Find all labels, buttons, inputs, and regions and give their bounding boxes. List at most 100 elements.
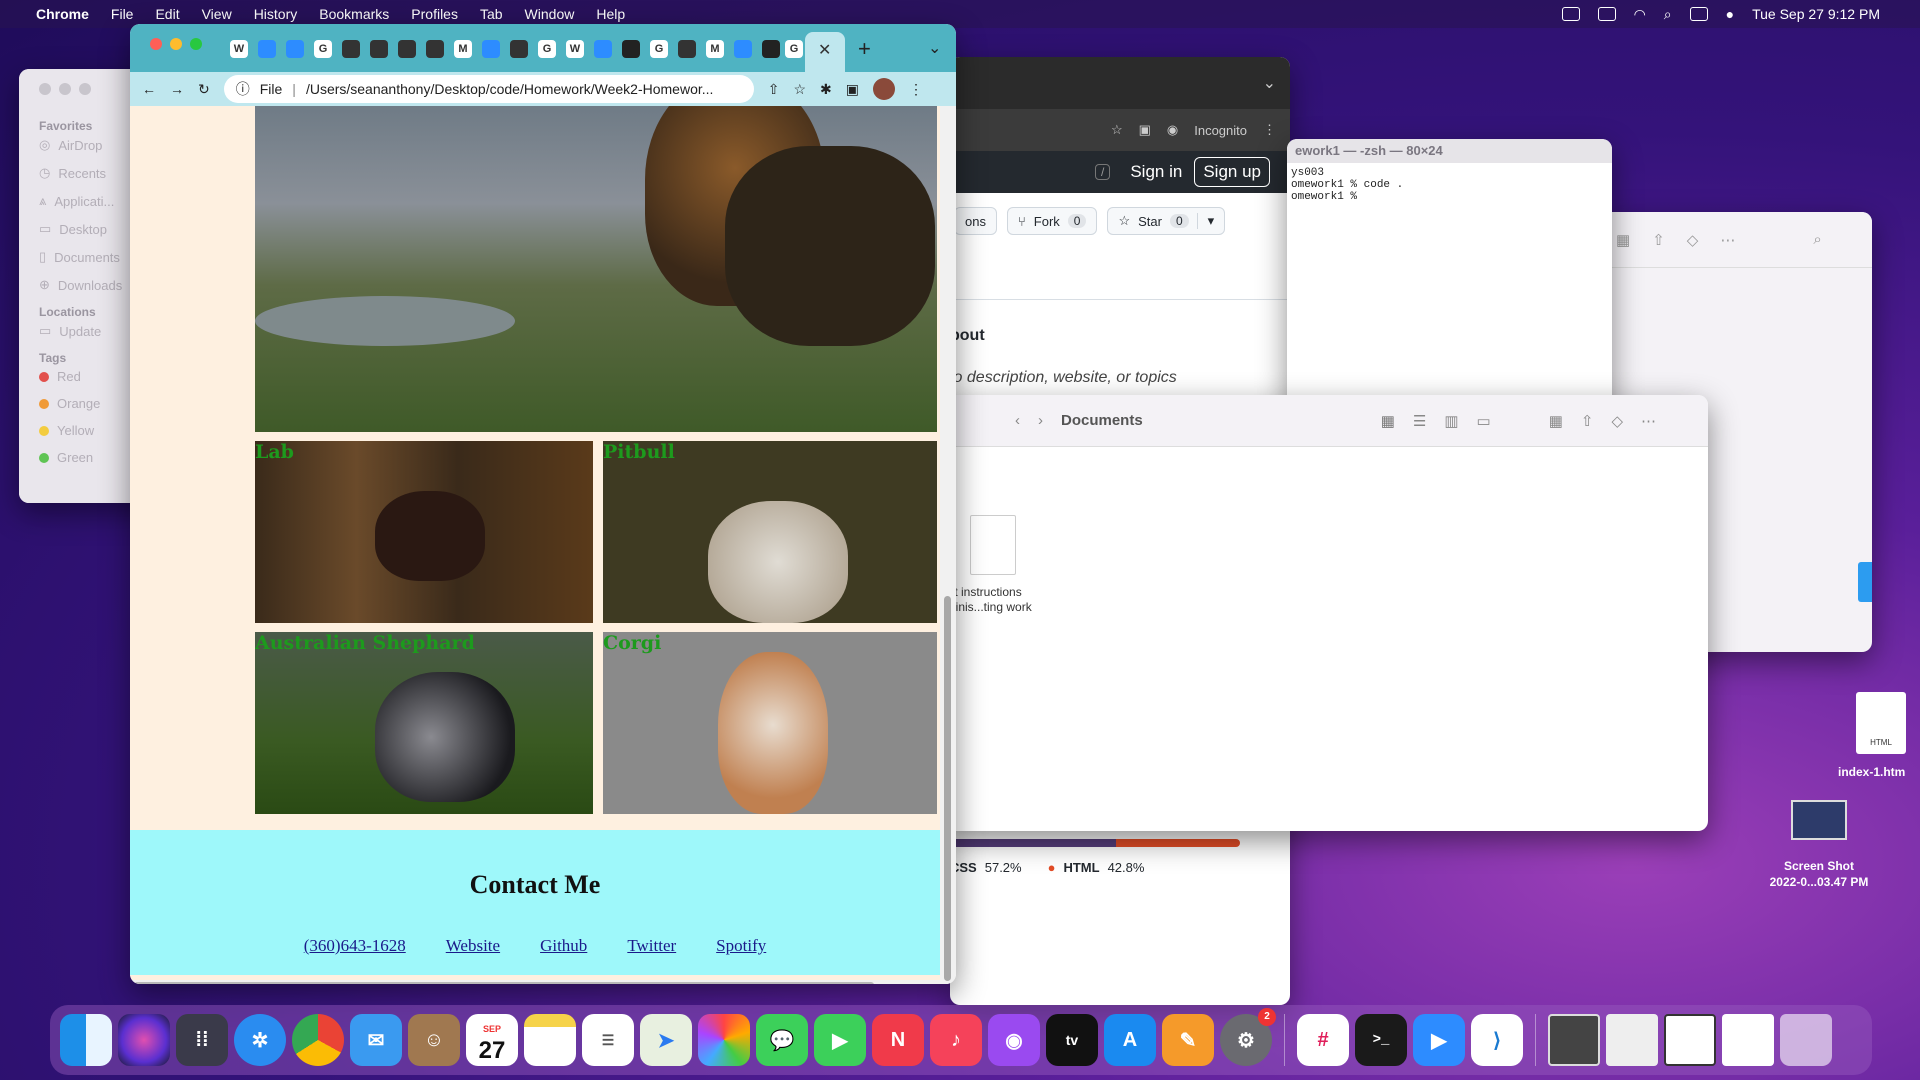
- pages-icon[interactable]: ✎: [1162, 1014, 1214, 1066]
- tab-favicon-icon[interactable]: [622, 40, 640, 58]
- tab-favicon-icon[interactable]: [370, 40, 388, 58]
- more-menu-icon[interactable]: ⋮: [909, 81, 923, 98]
- zoom-button[interactable]: [190, 38, 202, 50]
- chrome-icon[interactable]: [292, 1014, 344, 1066]
- battery-icon[interactable]: [1597, 7, 1616, 21]
- tab-favicon-icon[interactable]: M: [706, 40, 724, 58]
- gallery-view-icon[interactable]: ▭: [1477, 412, 1491, 430]
- active-tab[interactable]: ✕: [805, 32, 845, 72]
- share-icon[interactable]: ⇧: [1652, 231, 1665, 249]
- share-icon[interactable]: ⇧: [768, 81, 780, 98]
- system-preferences-icon[interactable]: ⚙ 2: [1220, 1008, 1276, 1066]
- zoom-icon[interactable]: ▶: [1413, 1014, 1465, 1066]
- info-icon[interactable]: ⓘ: [236, 79, 250, 99]
- launchpad-icon[interactable]: ⁞⁞: [176, 1014, 228, 1066]
- twitter-link[interactable]: Twitter: [627, 936, 676, 956]
- tab-favicon-icon[interactable]: G: [650, 40, 668, 58]
- forward-icon[interactable]: →: [170, 81, 184, 97]
- chevron-down-icon[interactable]: ⌄: [1263, 73, 1276, 93]
- clock[interactable]: Tue Sep 27 9:12 PM: [1752, 6, 1880, 22]
- tab-favicon-icon[interactable]: [286, 40, 304, 58]
- sign-up-button[interactable]: Sign up: [1194, 157, 1270, 187]
- more-menu-icon[interactable]: ⋮: [1263, 122, 1276, 138]
- reminders-icon[interactable]: ☰: [582, 1014, 634, 1066]
- trash-icon[interactable]: [1780, 1014, 1832, 1066]
- tab-favicon-icon[interactable]: [678, 40, 696, 58]
- tab-favicon-icon[interactable]: G: [538, 40, 556, 58]
- search-icon[interactable]: ⌕: [1813, 231, 1821, 248]
- tab-favicon-icon[interactable]: [258, 40, 276, 58]
- icon-view-icon[interactable]: ▦: [1381, 412, 1395, 430]
- bookmark-star-icon[interactable]: ☆: [1111, 122, 1123, 138]
- scrollbar-thumb[interactable]: [134, 982, 874, 984]
- zoom-status-icon[interactable]: [1561, 7, 1580, 21]
- group-icon[interactable]: ▦: [1549, 412, 1563, 430]
- phone-link[interactable]: (360)643-1628: [304, 936, 406, 956]
- minimized-document-thumbnail[interactable]: [1722, 1014, 1774, 1066]
- app-store-icon[interactable]: A: [1104, 1014, 1156, 1066]
- menu-history[interactable]: History: [254, 6, 298, 22]
- tag-icon[interactable]: ◇: [1687, 231, 1699, 249]
- avatar[interactable]: [873, 78, 895, 100]
- apple-tv-icon[interactable]: tv: [1046, 1014, 1098, 1066]
- more-icon[interactable]: ⋯: [1641, 412, 1656, 430]
- music-icon[interactable]: ♪: [930, 1014, 982, 1066]
- slack-icon[interactable]: #: [1297, 1014, 1349, 1066]
- mail-icon[interactable]: ✉: [350, 1014, 402, 1066]
- screenshot-label[interactable]: Screen Shot 2022-0...03.47 PM: [1756, 858, 1882, 890]
- siri-icon[interactable]: ●: [1726, 6, 1734, 22]
- tab-favicon-icon[interactable]: [762, 40, 780, 58]
- forward-icon[interactable]: ›: [1038, 412, 1043, 429]
- menu-bookmarks[interactable]: Bookmarks: [319, 6, 389, 22]
- fork-button[interactable]: ⑂ Fork 0: [1006, 207, 1098, 235]
- menu-help[interactable]: Help: [596, 6, 625, 22]
- back-icon[interactable]: ←: [142, 81, 156, 97]
- terminal-icon[interactable]: >_: [1355, 1014, 1407, 1066]
- spotlight-icon[interactable]: ⌕: [1664, 6, 1672, 23]
- website-link[interactable]: Website: [446, 936, 500, 956]
- star-button[interactable]: ☆ Star 0 ▾: [1107, 207, 1226, 235]
- close-button[interactable]: [39, 83, 51, 95]
- more-icon[interactable]: ⋯: [1720, 231, 1735, 249]
- messages-icon[interactable]: 💬: [756, 1014, 808, 1066]
- vscode-icon[interactable]: ⟩: [1471, 1014, 1523, 1066]
- terminal-output[interactable]: ys003 omework1 % code . omework1 %: [1287, 163, 1612, 207]
- calendar-icon[interactable]: SEP 27: [466, 1014, 518, 1066]
- maps-icon[interactable]: ➤: [640, 1014, 692, 1066]
- zoom-button[interactable]: [79, 83, 91, 95]
- notifications-button[interactable]: ons: [954, 207, 997, 235]
- minimized-window-thumbnail[interactable]: [1548, 1014, 1600, 1066]
- tab-favicon-icon[interactable]: G: [314, 40, 332, 58]
- notes-icon[interactable]: [524, 1014, 576, 1066]
- menu-file[interactable]: File: [111, 6, 134, 22]
- address-bar[interactable]: ⓘ File | /Users/seananthony/Desktop/code…: [223, 75, 754, 103]
- reload-icon[interactable]: ↻: [198, 81, 210, 98]
- spotify-link[interactable]: Spotify: [716, 936, 766, 956]
- sign-in-link[interactable]: Sign in: [1130, 162, 1182, 182]
- tab-favicon-icon[interactable]: G: [785, 40, 803, 58]
- siri-icon[interactable]: [118, 1014, 170, 1066]
- search-shortcut[interactable]: /: [1095, 164, 1111, 180]
- column-view-icon[interactable]: ▥: [1444, 412, 1458, 430]
- finder-icon[interactable]: [60, 1014, 112, 1066]
- safari-icon[interactable]: ✲: [234, 1014, 286, 1066]
- horizontal-scrollbar[interactable]: [130, 980, 940, 984]
- menu-window[interactable]: Window: [525, 6, 575, 22]
- url-text[interactable]: /Users/seananthony/Desktop/code/Homework…: [306, 81, 713, 97]
- tab-favicon-icon[interactable]: [398, 40, 416, 58]
- bookmark-star-icon[interactable]: ☆: [793, 81, 806, 98]
- minimize-button[interactable]: [170, 38, 182, 50]
- html-file-label[interactable]: index-1.htm: [1838, 764, 1920, 780]
- tab-favicon-icon[interactable]: [594, 40, 612, 58]
- vertical-scrollbar[interactable]: [940, 106, 956, 984]
- html-file-icon[interactable]: HTML: [1856, 692, 1906, 754]
- minimized-window-thumbnail[interactable]: [1606, 1014, 1658, 1066]
- tab-search-icon[interactable]: ⌄: [928, 38, 941, 58]
- control-center-icon[interactable]: [1689, 7, 1708, 21]
- side-panel-icon[interactable]: ▣: [846, 81, 859, 98]
- tag-icon[interactable]: ◇: [1611, 412, 1623, 430]
- menu-profiles[interactable]: Profiles: [411, 6, 458, 22]
- menu-app-name[interactable]: Chrome: [36, 6, 89, 22]
- side-panel-icon[interactable]: ▣: [1139, 122, 1151, 138]
- github-link[interactable]: Github: [540, 936, 587, 956]
